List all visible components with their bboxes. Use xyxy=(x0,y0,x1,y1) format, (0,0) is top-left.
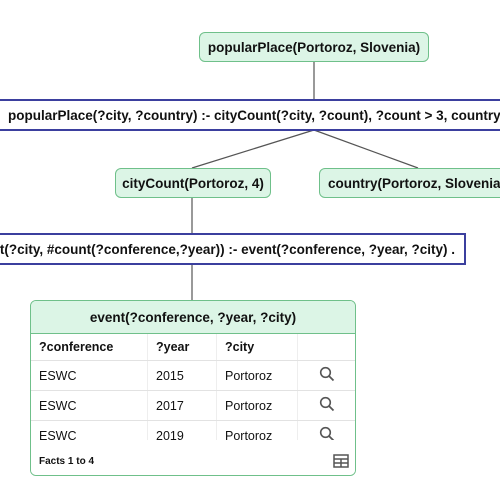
cell-conference: ESWC xyxy=(31,360,148,391)
fact-node-citycount[interactable]: cityCount(Portoroz, 4) xyxy=(115,168,271,198)
table-header-row: ?conference ?year ?city xyxy=(31,334,355,361)
fact-node-country[interactable]: country(Portoroz, Slovenia) xyxy=(319,168,500,198)
facts-table: ?conference ?year ?city ESWC 2015 Portor… xyxy=(31,334,355,440)
panel-title: event(?conference, ?year, ?city) xyxy=(31,301,355,334)
edge-rule-to-country xyxy=(313,129,419,169)
column-header-conference[interactable]: ?conference xyxy=(31,334,148,361)
cell-year: 2019 xyxy=(147,420,217,440)
facts-table-panel: event(?conference, ?year, ?city) ?confer… xyxy=(30,300,356,476)
table-row: ESWC 2015 Portoroz xyxy=(31,360,355,391)
cell-conference: ESWC xyxy=(31,420,148,440)
root-fact-node[interactable]: popularPlace(Portoroz, Slovenia) xyxy=(199,32,429,62)
cell-city: Portoroz xyxy=(216,420,298,440)
fact-label-citycount: cityCount(Portoroz, 4) xyxy=(122,175,264,191)
cell-year: 2015 xyxy=(147,360,217,391)
column-header-city[interactable]: ?city xyxy=(216,334,298,361)
search-icon[interactable] xyxy=(319,426,335,440)
rule-label-popularplace: popularPlace(?city, ?country) :- cityCou… xyxy=(8,107,500,123)
table-row: ESWC 2019 Portoroz xyxy=(31,420,355,440)
column-header-actions xyxy=(297,334,355,361)
cell-city: Portoroz xyxy=(216,390,298,421)
table-grid-icon[interactable] xyxy=(333,454,349,468)
column-header-year[interactable]: ?year xyxy=(147,334,217,361)
cell-year: 2017 xyxy=(147,390,217,421)
root-fact-label: popularPlace(Portoroz, Slovenia) xyxy=(207,39,421,55)
row-action-cell xyxy=(297,390,355,421)
panel-footer: Facts 1 to 4 xyxy=(31,447,355,475)
row-action-cell xyxy=(297,360,355,391)
rule-label-citycount: cityCount(?city, #count(?conference,?yea… xyxy=(0,241,455,257)
facts-count-label: Facts 1 to 4 xyxy=(39,455,95,467)
fact-label-country: country(Portoroz, Slovenia) xyxy=(328,175,500,191)
row-action-cell xyxy=(297,420,355,440)
search-icon[interactable] xyxy=(319,366,335,382)
rule-node-citycount[interactable]: cityCount(?city, #count(?conference,?yea… xyxy=(0,233,466,265)
edge-rule-to-citycount xyxy=(191,129,315,169)
rule-node-popularplace[interactable]: popularPlace(?city, ?country) :- cityCou… xyxy=(0,99,500,131)
facts-table-scroll[interactable]: ?conference ?year ?city ESWC 2015 Portor… xyxy=(31,334,355,440)
search-icon[interactable] xyxy=(319,396,335,412)
cell-conference: ESWC xyxy=(31,390,148,421)
cell-city: Portoroz xyxy=(216,360,298,391)
table-row: ESWC 2017 Portoroz xyxy=(31,390,355,421)
